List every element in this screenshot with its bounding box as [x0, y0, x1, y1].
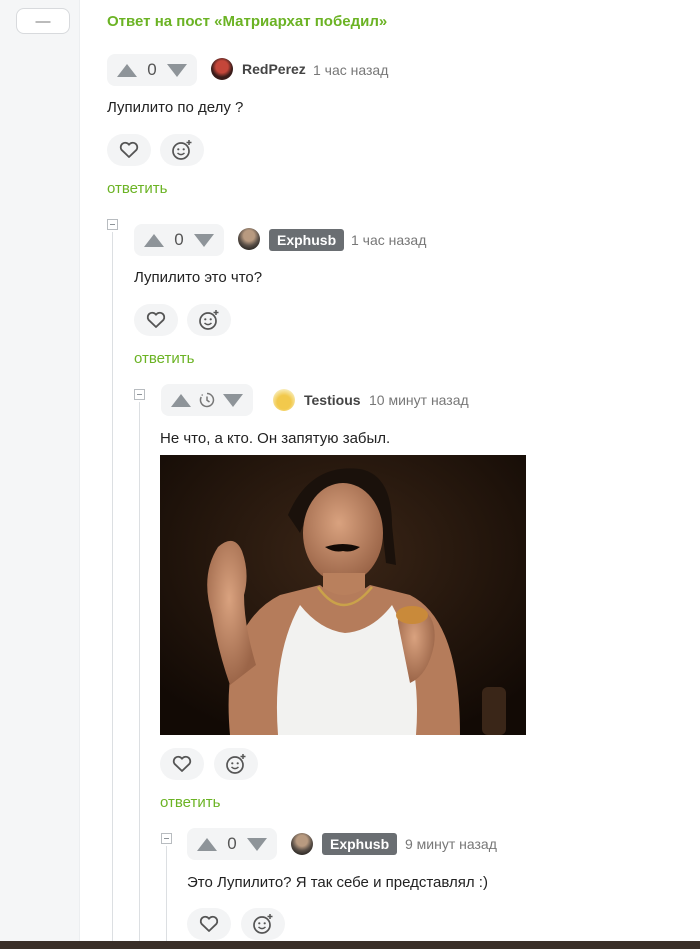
- clock-icon: [199, 392, 215, 408]
- rating-block: 0: [134, 224, 224, 256]
- comment-image[interactable]: [160, 455, 526, 735]
- heart-icon: [119, 141, 139, 158]
- timestamp[interactable]: 9 минут назад: [405, 836, 497, 852]
- arrow-up-icon[interactable]: [117, 63, 137, 77]
- timestamp[interactable]: 1 час назад: [351, 232, 426, 248]
- reply-link[interactable]: ответить: [107, 180, 167, 197]
- thread-line: [166, 846, 167, 949]
- smiley-plus-icon: [199, 310, 219, 330]
- timestamp[interactable]: 10 минут назад: [369, 392, 469, 408]
- comment-text: Лупилито по делу ?: [107, 99, 244, 116]
- comment-text: Лупилито это что?: [134, 269, 263, 286]
- arrow-down-icon[interactable]: [167, 63, 187, 77]
- smiley-plus-icon: [253, 914, 273, 934]
- bottom-bar: [0, 941, 700, 949]
- author-name[interactable]: RedPerez: [242, 61, 306, 77]
- thread-line: [112, 232, 113, 949]
- parent-post-link[interactable]: Ответ на пост «Матриархат победил»: [107, 13, 387, 30]
- arrow-down-icon[interactable]: [223, 393, 243, 407]
- comment-text: Не что, а кто. Он запятую забыл.: [160, 430, 391, 447]
- like-button[interactable]: [187, 908, 231, 940]
- score: 0: [174, 230, 184, 249]
- like-button[interactable]: [107, 134, 151, 166]
- author-name[interactable]: Testious: [304, 392, 361, 408]
- arrow-down-icon[interactable]: [247, 837, 267, 851]
- collapse-toggle[interactable]: [107, 219, 118, 230]
- avatar[interactable]: [273, 389, 295, 411]
- collapse-toggle[interactable]: [161, 833, 172, 844]
- smiley-plus-icon: [172, 140, 192, 160]
- heart-icon: [172, 755, 192, 772]
- arrow-up-icon[interactable]: [144, 233, 164, 247]
- arrow-up-icon[interactable]: [171, 393, 191, 407]
- timestamp[interactable]: 1 час назад: [313, 62, 388, 78]
- like-button[interactable]: [160, 748, 204, 780]
- left-sidebar: —: [0, 0, 80, 949]
- collapse-button[interactable]: —: [16, 8, 70, 34]
- rating-block: [161, 384, 253, 416]
- reply-link[interactable]: ответить: [134, 350, 194, 367]
- reaction-button[interactable]: [160, 134, 204, 166]
- author-name[interactable]: Exphusb: [322, 833, 398, 855]
- author-name[interactable]: Exphusb: [269, 229, 345, 251]
- score: 0: [227, 834, 237, 853]
- photo-illustration: [160, 455, 526, 735]
- reaction-button[interactable]: [187, 304, 231, 336]
- smiley-plus-icon: [226, 754, 246, 774]
- arrow-down-icon[interactable]: [194, 233, 214, 247]
- rating-block: 0: [107, 54, 197, 86]
- thread-line: [139, 402, 140, 949]
- avatar[interactable]: [291, 833, 313, 855]
- reaction-button[interactable]: [241, 908, 285, 940]
- collapse-toggle[interactable]: [134, 389, 145, 400]
- avatar[interactable]: [211, 58, 233, 80]
- heart-icon: [199, 915, 219, 932]
- arrow-up-icon[interactable]: [197, 837, 217, 851]
- comment-text: Это Лупилито? Я так себе и представлял :…: [187, 874, 488, 891]
- score: 0: [147, 60, 157, 79]
- like-button[interactable]: [134, 304, 178, 336]
- avatar[interactable]: [238, 228, 260, 250]
- reaction-button[interactable]: [214, 748, 258, 780]
- heart-icon: [146, 311, 166, 328]
- reply-link[interactable]: ответить: [160, 794, 220, 811]
- rating-block: 0: [187, 828, 277, 860]
